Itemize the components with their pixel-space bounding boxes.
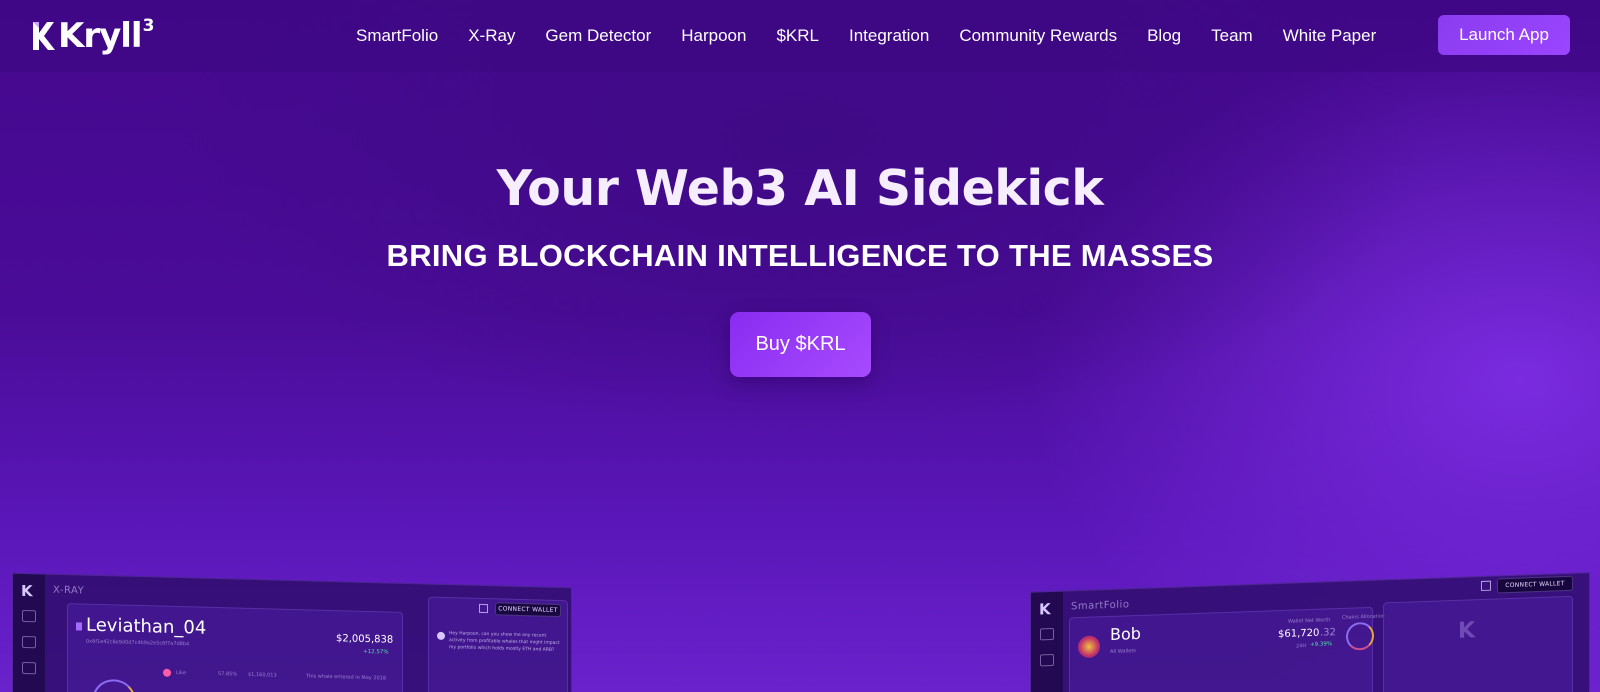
- token-icon: [163, 668, 171, 677]
- kryll-watermark-icon: K: [1458, 618, 1476, 644]
- assistant-panel: K: [1383, 595, 1573, 692]
- chat-message: Hey Harpoon, can you show me any recent …: [449, 631, 560, 653]
- wallet-select[interactable]: All Wallets: [1110, 648, 1136, 655]
- pen-icon: [22, 661, 36, 675]
- user-avatar: [1078, 635, 1100, 659]
- bookmark-icon: [76, 622, 82, 631]
- expand-icon[interactable]: [1481, 580, 1491, 592]
- kryll-k-icon: K: [21, 581, 33, 601]
- user-avatar-icon: [437, 631, 445, 641]
- portfolio-card: Bob All Wallets Wallet Net Worth $61,720…: [1069, 606, 1385, 692]
- nav-link-blog[interactable]: Blog: [1147, 26, 1181, 46]
- top-navbar: Kryll 3 SmartFolio X-Ray Gem Detector Ha…: [0, 0, 1600, 72]
- cube-icon: [1040, 653, 1054, 667]
- main-nav: SmartFolio X-Ray Gem Detector Harpoon $K…: [356, 0, 1406, 72]
- launch-app-button[interactable]: Launch App: [1438, 15, 1570, 55]
- wallet-address: 0x8f1e42c8e9d0d7c4b9a2e5c6f7a7d8b4: [86, 638, 190, 648]
- preview-sidebar: K: [1031, 591, 1063, 692]
- net-worth-cents: .32: [1320, 627, 1336, 639]
- net-worth-change: +9.39%: [1310, 641, 1333, 648]
- brand-name: Kryll: [58, 16, 143, 56]
- preview-section-label: X-RAY: [53, 584, 85, 597]
- nav-link-smartfolio[interactable]: SmartFolio: [356, 26, 438, 46]
- hero-title: Your Web3 AI Sidekick: [496, 160, 1104, 217]
- brand-superscript: 3: [142, 16, 155, 36]
- cube-icon: [22, 635, 36, 649]
- row-pct: 57.85%: [218, 671, 238, 678]
- xray-app-preview: K X-RAY Leviathan_04 0x8f1e42c8e9d0d7c4b…: [12, 572, 572, 692]
- hero-subtitle: BRING BLOCKCHAIN INTELLIGENCE TO THE MAS…: [386, 238, 1214, 273]
- wallet-change: +12.57%: [363, 648, 389, 656]
- allocation-ring: [92, 678, 136, 692]
- wallet-icon: [22, 609, 36, 623]
- nav-link-community-rewards[interactable]: Community Rewards: [959, 26, 1117, 46]
- brand-logo[interactable]: Kryll 3: [30, 16, 154, 56]
- wallet-name: Leviathan_04: [86, 614, 207, 639]
- change-label: 24H: [1296, 643, 1307, 650]
- user-name: Bob: [1110, 623, 1141, 644]
- smartfolio-app-preview: K SmartFolio CONNECT WALLET Bob All Wall…: [1030, 572, 1590, 692]
- row-label: Like: [176, 669, 186, 677]
- kryll-k-icon: K: [1039, 600, 1051, 619]
- wallet-icon: [1040, 627, 1054, 641]
- nav-link-x-ray[interactable]: X-Ray: [468, 26, 515, 46]
- harpoon-chat-panel: CONNECT WALLET Hey Harpoon, can you show…: [428, 596, 568, 692]
- kryll-k-logo-icon: [33, 22, 55, 50]
- net-worth-value: $61,720: [1278, 627, 1320, 641]
- allocation-label: Chains Allocation: [1342, 613, 1386, 621]
- buy-krl-button[interactable]: Buy $KRL: [730, 312, 871, 377]
- connect-wallet-button[interactable]: CONNECT WALLET: [495, 602, 561, 618]
- net-worth-label: Wallet Net Worth: [1288, 617, 1331, 625]
- nav-link-krl[interactable]: $KRL: [776, 26, 819, 46]
- nav-link-gem-detector[interactable]: Gem Detector: [545, 26, 651, 46]
- row-note: This whale entered in May 2018: [306, 673, 387, 682]
- allocation-ring: [1346, 621, 1374, 651]
- preview-sidebar: K: [13, 573, 45, 692]
- expand-icon[interactable]: [479, 603, 488, 614]
- wallet-card: Leviathan_04 0x8f1e42c8e9d0d7c4b9a2e5c6f…: [67, 603, 403, 692]
- nav-link-team[interactable]: Team: [1211, 26, 1253, 46]
- connect-wallet-button[interactable]: CONNECT WALLET: [1497, 575, 1573, 594]
- row-value: $1,160,013: [248, 671, 277, 679]
- nav-link-integration[interactable]: Integration: [849, 26, 929, 46]
- wallet-balance: $2,005,838: [336, 633, 394, 646]
- nav-link-harpoon[interactable]: Harpoon: [681, 26, 746, 46]
- preview-section-label: SmartFolio: [1071, 599, 1130, 613]
- nav-link-white-paper[interactable]: White Paper: [1283, 26, 1377, 46]
